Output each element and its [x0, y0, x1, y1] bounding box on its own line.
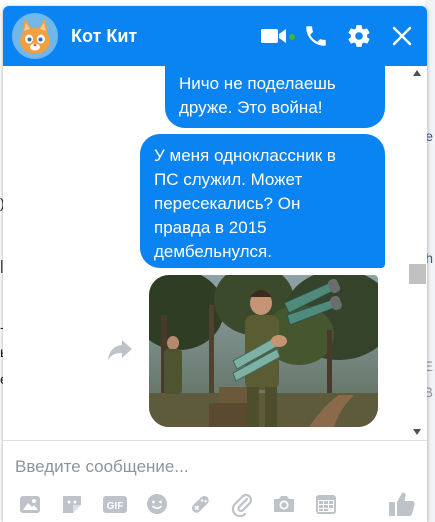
chat-window: Кот Кит Ничо не поделаешь друже. Это вой… — [3, 6, 427, 522]
camera-icon[interactable] — [271, 491, 297, 517]
avatar[interactable] — [14, 15, 56, 57]
svg-text:GIF: GIF — [107, 501, 124, 512]
sticker-icon[interactable] — [59, 491, 85, 517]
message-scrollbar[interactable] — [407, 66, 427, 440]
chat-header[interactable]: Кот Кит — [3, 6, 427, 66]
message-bubble[interactable]: У меня одноклассник в ПС служил. Может п… — [140, 134, 385, 268]
message-text: У меня одноклассник в ПС служил. Может п… — [154, 146, 336, 261]
photo-attachment[interactable] — [149, 275, 378, 427]
online-indicator — [289, 34, 295, 40]
message-list[interactable]: Ничо не поделаешь друже. Это война! У ме… — [3, 66, 413, 440]
cat-avatar-image — [14, 15, 56, 57]
emoji-icon[interactable] — [144, 491, 170, 517]
message-text: Ничо не поделаешь друже. Это война! — [179, 74, 336, 117]
scroll-down-icon[interactable] — [412, 428, 422, 436]
photo-icon[interactable] — [17, 491, 43, 517]
share-icon[interactable] — [106, 336, 134, 362]
gear-icon[interactable] — [346, 23, 372, 49]
chat-title[interactable]: Кот Кит — [71, 26, 137, 47]
like-icon[interactable] — [387, 490, 417, 518]
close-icon[interactable] — [389, 23, 415, 49]
gif-icon[interactable]: GIF — [101, 491, 127, 517]
games-icon[interactable] — [187, 491, 213, 517]
scroll-up-icon[interactable] — [412, 69, 422, 77]
message-bubble[interactable]: Ничо не поделаешь друже. Это война! — [165, 66, 385, 128]
video-camera-icon[interactable] — [260, 23, 286, 49]
phone-icon[interactable] — [303, 23, 329, 49]
paperclip-icon[interactable] — [229, 491, 255, 518]
calendar-icon[interactable] — [313, 491, 339, 517]
composer-divider — [3, 440, 427, 441]
message-input[interactable] — [15, 456, 405, 478]
photo-image — [149, 275, 378, 427]
scrollbar-thumb[interactable] — [409, 264, 426, 284]
